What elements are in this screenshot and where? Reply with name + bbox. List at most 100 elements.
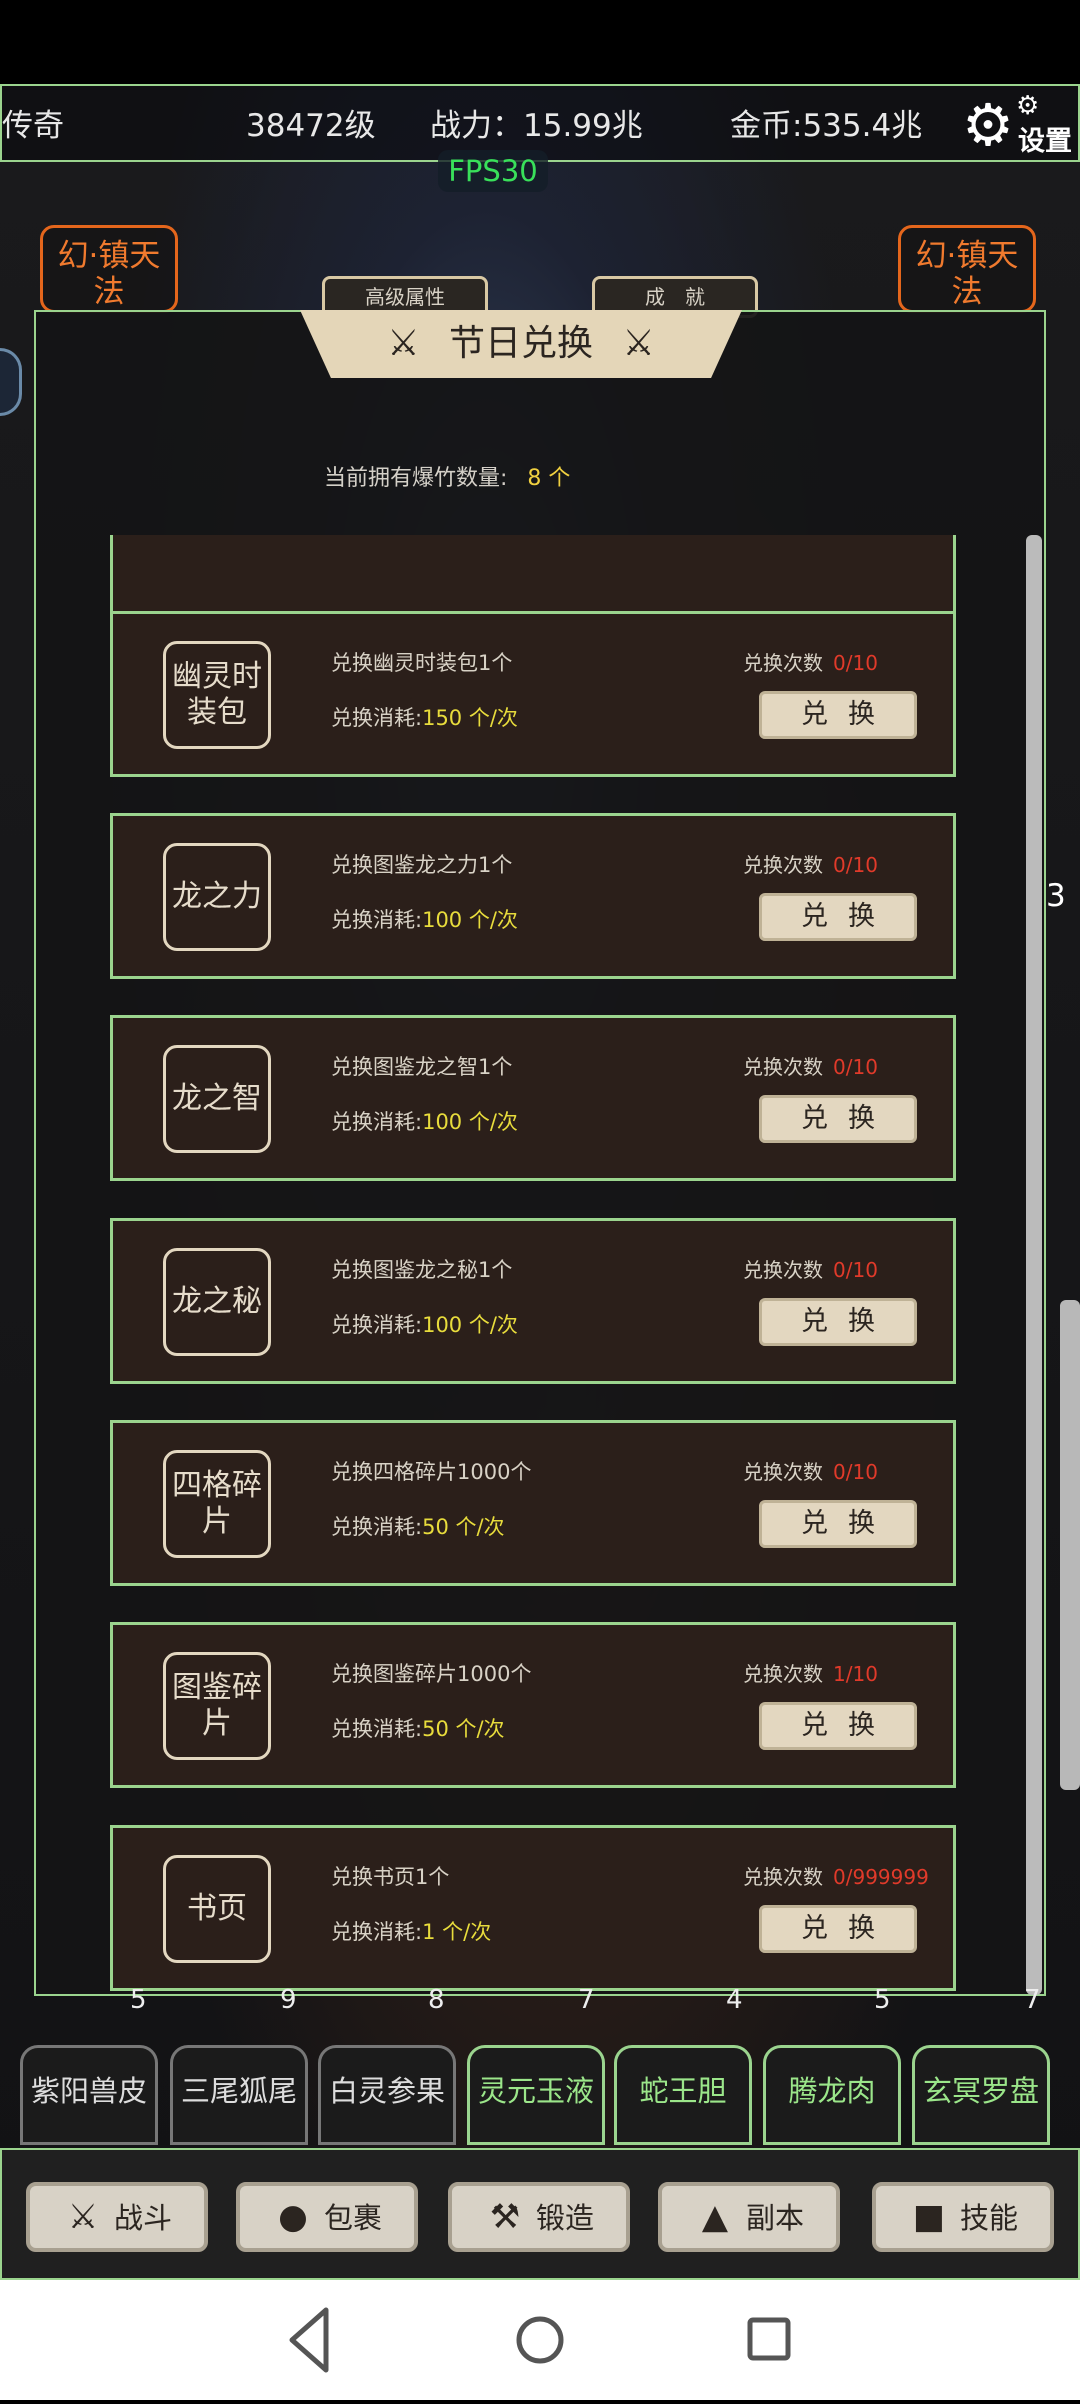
- cost-value: 100 个/次: [422, 908, 518, 932]
- settings-button[interactable]: ⚙ ⚙ 设置: [962, 91, 1074, 157]
- nav-forge-button[interactable]: ⚒ 锻造: [448, 2182, 630, 2252]
- exchange-cost: 兑换消耗:1 个/次: [331, 1916, 491, 1946]
- nav-dungeon-button[interactable]: ▲ 副本: [658, 2182, 840, 2252]
- exchange-description: 兑换书页1个: [331, 1865, 450, 1889]
- item-count: 5: [874, 1985, 891, 2015]
- count-value: 0/10: [833, 1055, 878, 1079]
- count-label: 兑换次数: [743, 1460, 823, 1484]
- exchange-button[interactable]: 兑换: [759, 1702, 917, 1750]
- exchange-button[interactable]: 兑换: [759, 691, 917, 739]
- system-nav-icons: [289, 2307, 791, 2373]
- inventory-item[interactable]: 蛇王胆: [614, 2045, 752, 2145]
- item-count: 5: [130, 1985, 147, 2015]
- exchange-count: 兑换次数 0/10: [743, 1254, 878, 1283]
- background-scrollbar[interactable]: [1060, 1300, 1080, 1790]
- right-equipment-label: 幻·镇天法 衣: [915, 238, 1019, 310]
- nav-skill-label: 技能: [959, 2201, 1018, 2235]
- count-label: 兑换次数: [743, 1055, 823, 1079]
- count-label: 兑换次数: [743, 1258, 823, 1282]
- inventory-item[interactable]: 白灵参果: [318, 2045, 456, 2145]
- nav-skill-button[interactable]: ■ 技能: [872, 2182, 1054, 2252]
- cost-value: 50 个/次: [422, 1515, 505, 1539]
- count-value: 0/10: [833, 1460, 878, 1484]
- left-equipment-button[interactable]: 幻·镇天法 林: [40, 225, 178, 313]
- game-title: 传奇: [2, 108, 64, 144]
- player-power: 战力：15.99兆: [430, 108, 643, 144]
- inventory-item[interactable]: 三尾狐尾: [170, 2045, 308, 2145]
- exchange-card: 幽灵时装包 兑换幽灵时装包1个 兑换消耗:150 个/次 兑换次数 0/10 兑换: [110, 611, 956, 777]
- system-nav-bar: [0, 2280, 1080, 2400]
- exchange-card: 图鉴碎片 兑换图鉴碎片1000个 兑换消耗:50 个/次 兑换次数 1/10 兑换: [110, 1622, 956, 1788]
- owned-value: 8 个: [527, 466, 571, 491]
- item-icon: 图鉴碎片: [163, 1652, 271, 1760]
- owned-firecrackers: 当前拥有爆竹数量: 8 个: [324, 460, 570, 492]
- cost-label: 兑换消耗:: [331, 1717, 423, 1741]
- item-icon: 龙之秘: [163, 1248, 271, 1356]
- player-level: 38472级: [246, 108, 376, 144]
- fps-counter: FPS30: [438, 150, 548, 192]
- recents-icon: [747, 2317, 791, 2361]
- exchange-button[interactable]: 兑换: [759, 1298, 917, 1346]
- inventory-item[interactable]: 灵元玉液: [467, 2045, 605, 2145]
- exchange-button[interactable]: 兑换: [759, 1500, 917, 1548]
- exchange-count: 兑换次数 0/999999: [743, 1861, 929, 1890]
- exchange-count: 兑换次数 1/10: [743, 1658, 878, 1687]
- panel-scrollbar[interactable]: [1026, 535, 1042, 1995]
- left-equipment-label: 幻·镇天法 林: [57, 238, 161, 310]
- item-icon: 龙之智: [163, 1045, 271, 1153]
- cost-label: 兑换消耗:: [331, 1313, 423, 1337]
- nav-battle-button[interactable]: ⚔ 战斗: [26, 2182, 208, 2252]
- item-icon: 幽灵时装包: [163, 641, 271, 749]
- count-label: 兑换次数: [743, 1865, 823, 1889]
- panel-title-banner: ⚔ 节日兑换 ⚔: [300, 310, 742, 378]
- cost-label: 兑换消耗:: [331, 1110, 423, 1134]
- item-icon: 书页: [163, 1855, 271, 1963]
- exchange-cost: 兑换消耗:150 个/次: [331, 702, 518, 732]
- item-icon: 龙之力: [163, 843, 271, 951]
- inventory-item[interactable]: 紫阳兽皮: [20, 2045, 158, 2145]
- count-value: 1/10: [833, 1662, 878, 1686]
- cost-value: 100 个/次: [422, 1313, 518, 1337]
- exchange-description: 兑换幽灵时装包1个: [331, 651, 513, 675]
- item-count: 4: [726, 1985, 743, 2015]
- exchange-cost: 兑换消耗:100 个/次: [331, 904, 518, 934]
- cost-label: 兑换消耗:: [331, 1515, 423, 1539]
- exchange-description: 兑换四格碎片1000个: [331, 1460, 532, 1484]
- cost-label: 兑换消耗:: [331, 706, 423, 730]
- owned-label: 当前拥有爆竹数量:: [324, 466, 508, 491]
- exchange-cost: 兑换消耗:50 个/次: [331, 1511, 505, 1541]
- exchange-list[interactable]: 幽灵时装包 兑换幽灵时装包1个 兑换消耗:150 个/次 兑换次数 0/10 兑换…: [34, 535, 1034, 1995]
- exchange-count: 兑换次数 0/10: [743, 1051, 878, 1080]
- count-label: 兑换次数: [743, 853, 823, 877]
- exchange-button[interactable]: 兑换: [759, 1905, 917, 1953]
- nav-battle-label: 战斗: [113, 2201, 172, 2235]
- cost-label: 兑换消耗:: [331, 1920, 423, 1944]
- exchange-cost: 兑换消耗:50 个/次: [331, 1713, 505, 1743]
- count-value: 0/10: [833, 651, 878, 675]
- item-count: 8: [428, 1985, 445, 2015]
- inventory-item[interactable]: 玄冥罗盘: [912, 2045, 1050, 2145]
- item-count: 7: [578, 1985, 595, 2015]
- nav-bag-button[interactable]: ● 包裹: [236, 2182, 418, 2252]
- exchange-card: 龙之秘 兑换图鉴龙之秘1个 兑换消耗:100 个/次 兑换次数 0/10 兑换: [110, 1218, 956, 1384]
- crossed-swords-icon: ⚔: [622, 323, 655, 364]
- nav-bag-label: 包裹: [323, 2201, 382, 2235]
- exchange-card: 书页 兑换书页1个 兑换消耗:1 个/次 兑换次数 0/999999 兑换: [110, 1825, 956, 1991]
- player-gold: 金币:535.4兆: [730, 108, 923, 144]
- count-value: 0/999999: [833, 1865, 929, 1889]
- count-label: 兑换次数: [743, 1662, 823, 1686]
- bag-icon: ●: [278, 2197, 308, 2237]
- inventory-item[interactable]: 腾龙肉: [763, 2045, 901, 2145]
- exchange-description: 兑换图鉴龙之秘1个: [331, 1258, 513, 1282]
- cost-value: 50 个/次: [422, 1717, 505, 1741]
- exchange-button[interactable]: 兑换: [759, 1095, 917, 1143]
- right-equipment-button[interactable]: 幻·镇天法 衣: [898, 225, 1036, 313]
- cost-value: 1 个/次: [422, 1920, 492, 1944]
- item-count: 9: [280, 1985, 297, 2015]
- exchange-description: 兑换图鉴碎片1000个: [331, 1662, 532, 1686]
- exchange-button[interactable]: 兑换: [759, 893, 917, 941]
- tower-icon: ▲: [701, 2197, 729, 2237]
- crossed-swords-icon: ⚔: [387, 323, 420, 364]
- exchange-card: 四格碎片 兑换四格碎片1000个 兑换消耗:50 个/次 兑换次数 0/10 兑换: [110, 1420, 956, 1586]
- count-value: 0/10: [833, 853, 878, 877]
